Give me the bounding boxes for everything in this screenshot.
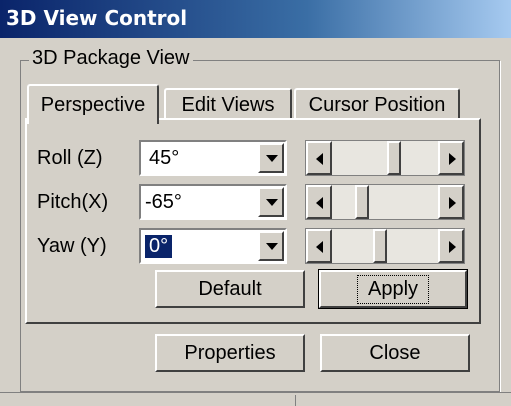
roll-scroll-right-button[interactable] bbox=[438, 141, 464, 175]
default-button-label: Default bbox=[198, 277, 262, 300]
yaw-combobox[interactable]: 0° bbox=[139, 228, 287, 264]
pitch-label: Pitch(X) bbox=[37, 191, 109, 213]
pitch-scroll-right-button[interactable] bbox=[438, 185, 464, 219]
pitch-slider-thumb[interactable] bbox=[355, 185, 369, 219]
tab-perspective-label: Perspective bbox=[40, 93, 146, 116]
apply-button[interactable]: Apply bbox=[318, 269, 468, 309]
roll-slider-thumb[interactable] bbox=[387, 141, 402, 175]
title-bar[interactable]: 3D View Control bbox=[0, 0, 511, 38]
pitch-dropdown-button[interactable] bbox=[258, 187, 284, 217]
pitch-combobox[interactable]: -65° bbox=[139, 184, 287, 220]
pitch-slider[interactable] bbox=[305, 184, 465, 220]
default-button[interactable]: Default bbox=[155, 270, 305, 308]
apply-button-label: Apply bbox=[356, 274, 430, 304]
arrow-left-icon bbox=[316, 197, 323, 209]
yaw-dropdown-button[interactable] bbox=[258, 231, 284, 261]
status-bar bbox=[0, 392, 511, 406]
roll-combobox[interactable]: 45° bbox=[139, 140, 287, 176]
window-title: 3D View Control bbox=[6, 6, 188, 30]
properties-button-label: Properties bbox=[184, 341, 276, 364]
yaw-label: Yaw (Y) bbox=[37, 235, 107, 257]
roll-slider[interactable] bbox=[305, 140, 465, 176]
arrow-right-icon bbox=[449, 197, 456, 209]
tab-perspective[interactable]: Perspective bbox=[27, 84, 159, 124]
yaw-scroll-right-button[interactable] bbox=[438, 229, 464, 263]
perspective-tab-panel: Roll (Z) 45° Pitch(X) -65° Yaw (Y) 0° De… bbox=[25, 118, 481, 324]
roll-dropdown-button[interactable] bbox=[258, 143, 284, 173]
yaw-slider[interactable] bbox=[305, 228, 465, 264]
close-button[interactable]: Close bbox=[320, 334, 470, 372]
arrow-right-icon bbox=[449, 241, 456, 253]
roll-value: 45° bbox=[149, 147, 180, 169]
roll-label: Roll (Z) bbox=[37, 147, 103, 169]
arrow-left-icon bbox=[316, 241, 323, 253]
tab-cursor-position-label: Cursor Position bbox=[308, 93, 446, 116]
close-button-label: Close bbox=[369, 341, 421, 364]
groupbox-label: 3D Package View bbox=[29, 47, 193, 70]
properties-button[interactable]: Properties bbox=[155, 334, 305, 372]
roll-scroll-left-button[interactable] bbox=[306, 141, 332, 175]
yaw-scroll-left-button[interactable] bbox=[306, 229, 332, 263]
yaw-value[interactable]: 0° bbox=[143, 234, 174, 259]
chevron-down-icon bbox=[266, 243, 278, 250]
arrow-right-icon bbox=[449, 153, 456, 165]
arrow-left-icon bbox=[316, 153, 323, 165]
yaw-slider-thumb[interactable] bbox=[373, 229, 388, 263]
chevron-down-icon bbox=[266, 155, 278, 162]
tab-cursor-position[interactable]: Cursor Position bbox=[294, 88, 460, 120]
tab-edit-views-label: Edit Views bbox=[181, 93, 275, 116]
pitch-scroll-left-button[interactable] bbox=[306, 185, 332, 219]
chevron-down-icon bbox=[266, 199, 278, 206]
tab-edit-views[interactable]: Edit Views bbox=[164, 88, 292, 120]
pitch-value: -65° bbox=[145, 191, 182, 213]
status-divider bbox=[295, 395, 296, 406]
